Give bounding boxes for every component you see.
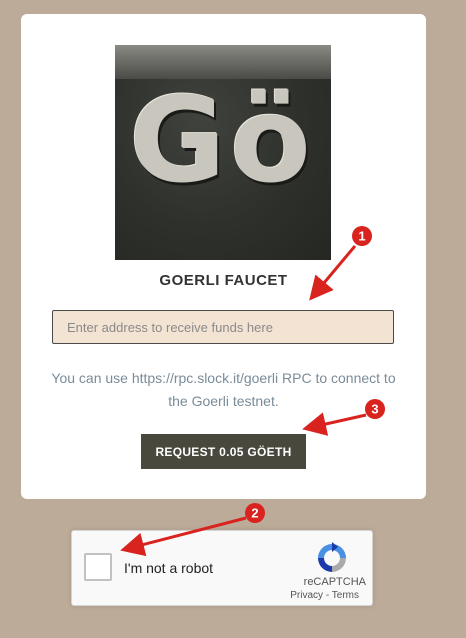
rpc-info-text: You can use https://rpc.slock.it/goerli … — [51, 370, 396, 409]
svg-text:2: 2 — [251, 506, 258, 521]
recaptcha-links: Privacy - Terms — [290, 590, 359, 601]
links-separator: - — [323, 590, 332, 601]
recaptcha-widget: I'm not a robot reCAPTCHA Privacy - Term… — [71, 530, 373, 606]
recaptcha-logo-icon — [318, 542, 346, 572]
privacy-link[interactable]: Privacy — [290, 590, 323, 601]
request-funds-button[interactable]: REQUEST 0.05 GÖETH — [141, 434, 306, 469]
faucet-card: Gö GOERLI FAUCET You can use https://rpc… — [21, 14, 426, 499]
terms-link[interactable]: Terms — [332, 590, 359, 601]
address-input[interactable] — [52, 310, 394, 344]
logo-text: Gö — [129, 71, 315, 209]
page-title: GOERLI FAUCET — [159, 272, 288, 289]
recaptcha-brand: reCAPTCHA — [303, 576, 366, 588]
recaptcha-checkbox[interactable] — [84, 553, 112, 581]
annotation-marker-2: 2 — [245, 503, 265, 523]
recaptcha-label: I'm not a robot — [124, 560, 214, 576]
goerli-logo-image: Gö — [115, 45, 331, 260]
